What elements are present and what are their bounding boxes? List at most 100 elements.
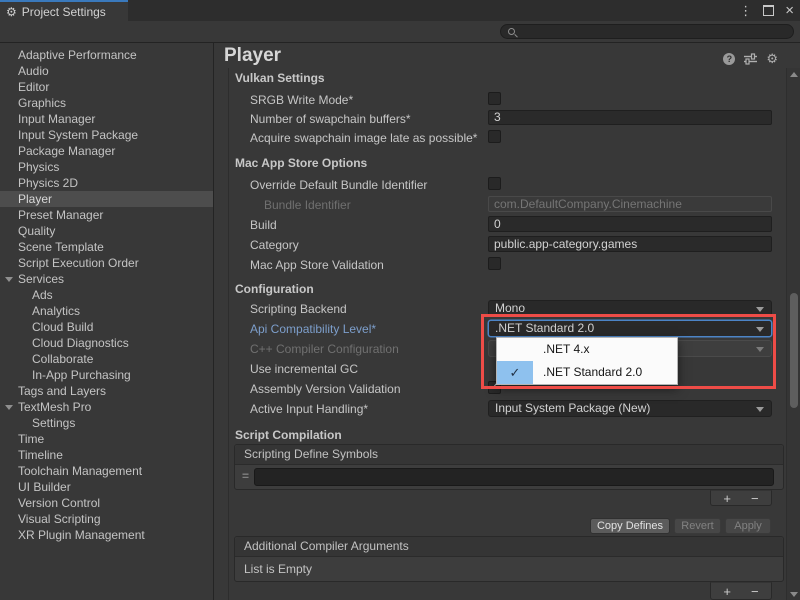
sidebar-item-label: In-App Purchasing (32, 368, 131, 382)
sidebar-item-label: Input System Package (18, 128, 138, 142)
sidebar-item-label: Tags and Layers (18, 384, 106, 398)
additional-compiler-arguments-box: Additional Compiler Arguments List is Em… (234, 536, 784, 582)
sidebar-item-preset-manager[interactable]: Preset Manager (0, 207, 213, 223)
sidebar-item-physics-2d[interactable]: Physics 2D (0, 175, 213, 191)
gear-icon[interactable]: ⚙ (766, 52, 778, 65)
sidebar-item-input-manager[interactable]: Input Manager (0, 111, 213, 127)
sidebar-item-label: Input Manager (18, 112, 95, 126)
remove-button[interactable]: − (751, 585, 759, 598)
tab-project-settings[interactable]: ⚙ Project Settings (0, 0, 128, 21)
sidebar-item-player[interactable]: Player (0, 191, 213, 207)
scrollbar-thumb[interactable] (790, 293, 798, 408)
copy-defines-button[interactable]: Copy Defines (590, 518, 670, 534)
sidebar-item-label: Timeline (18, 448, 63, 462)
sidebar-item-package-manager[interactable]: Package Manager (0, 143, 213, 159)
remove-button[interactable]: − (751, 492, 759, 505)
sidebar-item-ui-builder[interactable]: UI Builder (0, 479, 213, 495)
override-bundle-checkbox[interactable] (488, 177, 501, 190)
sidebar-item-xr-plugin-management[interactable]: XR Plugin Management (0, 527, 213, 543)
sidebar-item-in-app-purchasing[interactable]: In-App Purchasing (0, 367, 213, 383)
setting-label: Use incremental GC (250, 362, 358, 376)
maximize-icon[interactable] (763, 5, 774, 16)
scroll-down-icon[interactable] (790, 592, 798, 597)
sidebar-list: Adaptive PerformanceAudioEditorGraphicsI… (0, 47, 213, 543)
sidebar-item-scene-template[interactable]: Scene Template (0, 239, 213, 255)
popup-option-label: .NET 4.x (543, 342, 589, 356)
mac-validation-checkbox[interactable] (488, 257, 501, 270)
sidebar-item-editor[interactable]: Editor (0, 79, 213, 95)
presets-icon[interactable] (744, 53, 757, 65)
api-compatibility-dropdown[interactable]: .NET Standard 2.0 (488, 320, 772, 337)
sidebar-item-quality[interactable]: Quality (0, 223, 213, 239)
apply-button[interactable]: Apply (725, 518, 771, 534)
sidebar-item-toolchain-management[interactable]: Toolchain Management (0, 463, 213, 479)
close-icon[interactable]: × (785, 3, 794, 18)
sidebar-item-ads[interactable]: Ads (0, 287, 213, 303)
sidebar-item-label: Preset Manager (18, 208, 103, 222)
sidebar-item-settings[interactable]: Settings (0, 415, 213, 431)
sidebar-item-visual-scripting[interactable]: Visual Scripting (0, 511, 213, 527)
sidebar-item-label: Time (18, 432, 44, 446)
popup-option-label: .NET Standard 2.0 (543, 365, 642, 379)
sidebar-item-timeline[interactable]: Timeline (0, 447, 213, 463)
sidebar-item-time[interactable]: Time (0, 431, 213, 447)
api-compatibility-popup: .NET 4.x ✓ .NET Standard 2.0 (496, 337, 678, 385)
sidebar-item-analytics[interactable]: Analytics (0, 303, 213, 319)
foldout-arrow-icon[interactable] (5, 405, 13, 410)
add-button[interactable]: + (723, 585, 731, 598)
drag-handle-icon[interactable]: = (242, 469, 249, 483)
kebab-menu-icon[interactable]: ⋮ (739, 4, 752, 17)
setting-label: Bundle Identifier (264, 198, 351, 212)
define-symbols-list-footer: + − (710, 490, 772, 506)
page-title: Player (224, 45, 281, 67)
sidebar-item-label: Adaptive Performance (18, 48, 137, 62)
setting-row-swapchain-buffers: Number of swapchain buffers* 3 (228, 110, 772, 129)
build-field[interactable]: 0 (488, 216, 772, 232)
sidebar-item-label: XR Plugin Management (18, 528, 145, 542)
search-icon (507, 27, 517, 37)
scripting-define-symbols-box: Scripting Define Symbols = (234, 444, 784, 490)
category-field[interactable]: public.app-category.games (488, 236, 772, 252)
popup-option-net4x[interactable]: .NET 4.x (497, 338, 677, 361)
sidebar-item-label: Cloud Build (32, 320, 93, 334)
sidebar-item-textmesh-pro[interactable]: TextMesh Pro (0, 399, 213, 415)
check-icon: ✓ (497, 361, 533, 384)
define-symbol-input[interactable] (254, 468, 774, 486)
active-input-dropdown[interactable]: Input System Package (New) (488, 400, 772, 417)
add-button[interactable]: + (723, 492, 731, 505)
sidebar-item-label: Settings (32, 416, 75, 430)
sidebar-item-label: Version Control (18, 496, 100, 510)
vertical-scrollbar[interactable] (786, 68, 800, 600)
search-input[interactable] (521, 26, 776, 38)
help-icon[interactable]: ? (723, 53, 735, 65)
sidebar-item-version-control[interactable]: Version Control (0, 495, 213, 511)
srgb-write-mode-checkbox[interactable] (488, 92, 501, 105)
sidebar-item-collaborate[interactable]: Collaborate (0, 351, 213, 367)
sidebar-item-cloud-diagnostics[interactable]: Cloud Diagnostics (0, 335, 213, 351)
sidebar-item-physics[interactable]: Physics (0, 159, 213, 175)
acquire-swapchain-checkbox[interactable] (488, 130, 501, 143)
sidebar-item-graphics[interactable]: Graphics (0, 95, 213, 111)
revert-button[interactable]: Revert (674, 518, 721, 534)
sidebar-item-label: Script Execution Order (18, 256, 139, 270)
sidebar-item-cloud-build[interactable]: Cloud Build (0, 319, 213, 335)
foldout-arrow-icon[interactable] (5, 277, 13, 282)
sidebar-item-label: Scene Template (18, 240, 104, 254)
setting-label: Scripting Backend (250, 302, 347, 316)
unity-project-settings-window: ⚙ Project Settings ⋮ × Adaptive Performa… (0, 0, 800, 600)
search-box[interactable] (500, 24, 794, 39)
sidebar-item-services[interactable]: Services (0, 271, 213, 287)
scripting-backend-dropdown[interactable]: Mono (488, 300, 772, 317)
setting-row-category: Category public.app-category.games (228, 236, 772, 256)
sidebar-item-script-execution-order[interactable]: Script Execution Order (0, 255, 213, 271)
swapchain-buffers-field[interactable]: 3 (488, 110, 772, 125)
sidebar-item-audio[interactable]: Audio (0, 63, 213, 79)
sidebar-item-input-system-package[interactable]: Input System Package (0, 127, 213, 143)
scroll-up-icon[interactable] (790, 72, 798, 77)
sidebar-item-adaptive-performance[interactable]: Adaptive Performance (0, 47, 213, 63)
setting-label: Assembly Version Validation (250, 382, 401, 396)
sidebar-item-tags-and-layers[interactable]: Tags and Layers (0, 383, 213, 399)
popup-option-netstandard20[interactable]: ✓ .NET Standard 2.0 (497, 361, 677, 384)
tab-label: Project Settings (22, 5, 106, 19)
gear-icon: ⚙ (6, 6, 17, 18)
